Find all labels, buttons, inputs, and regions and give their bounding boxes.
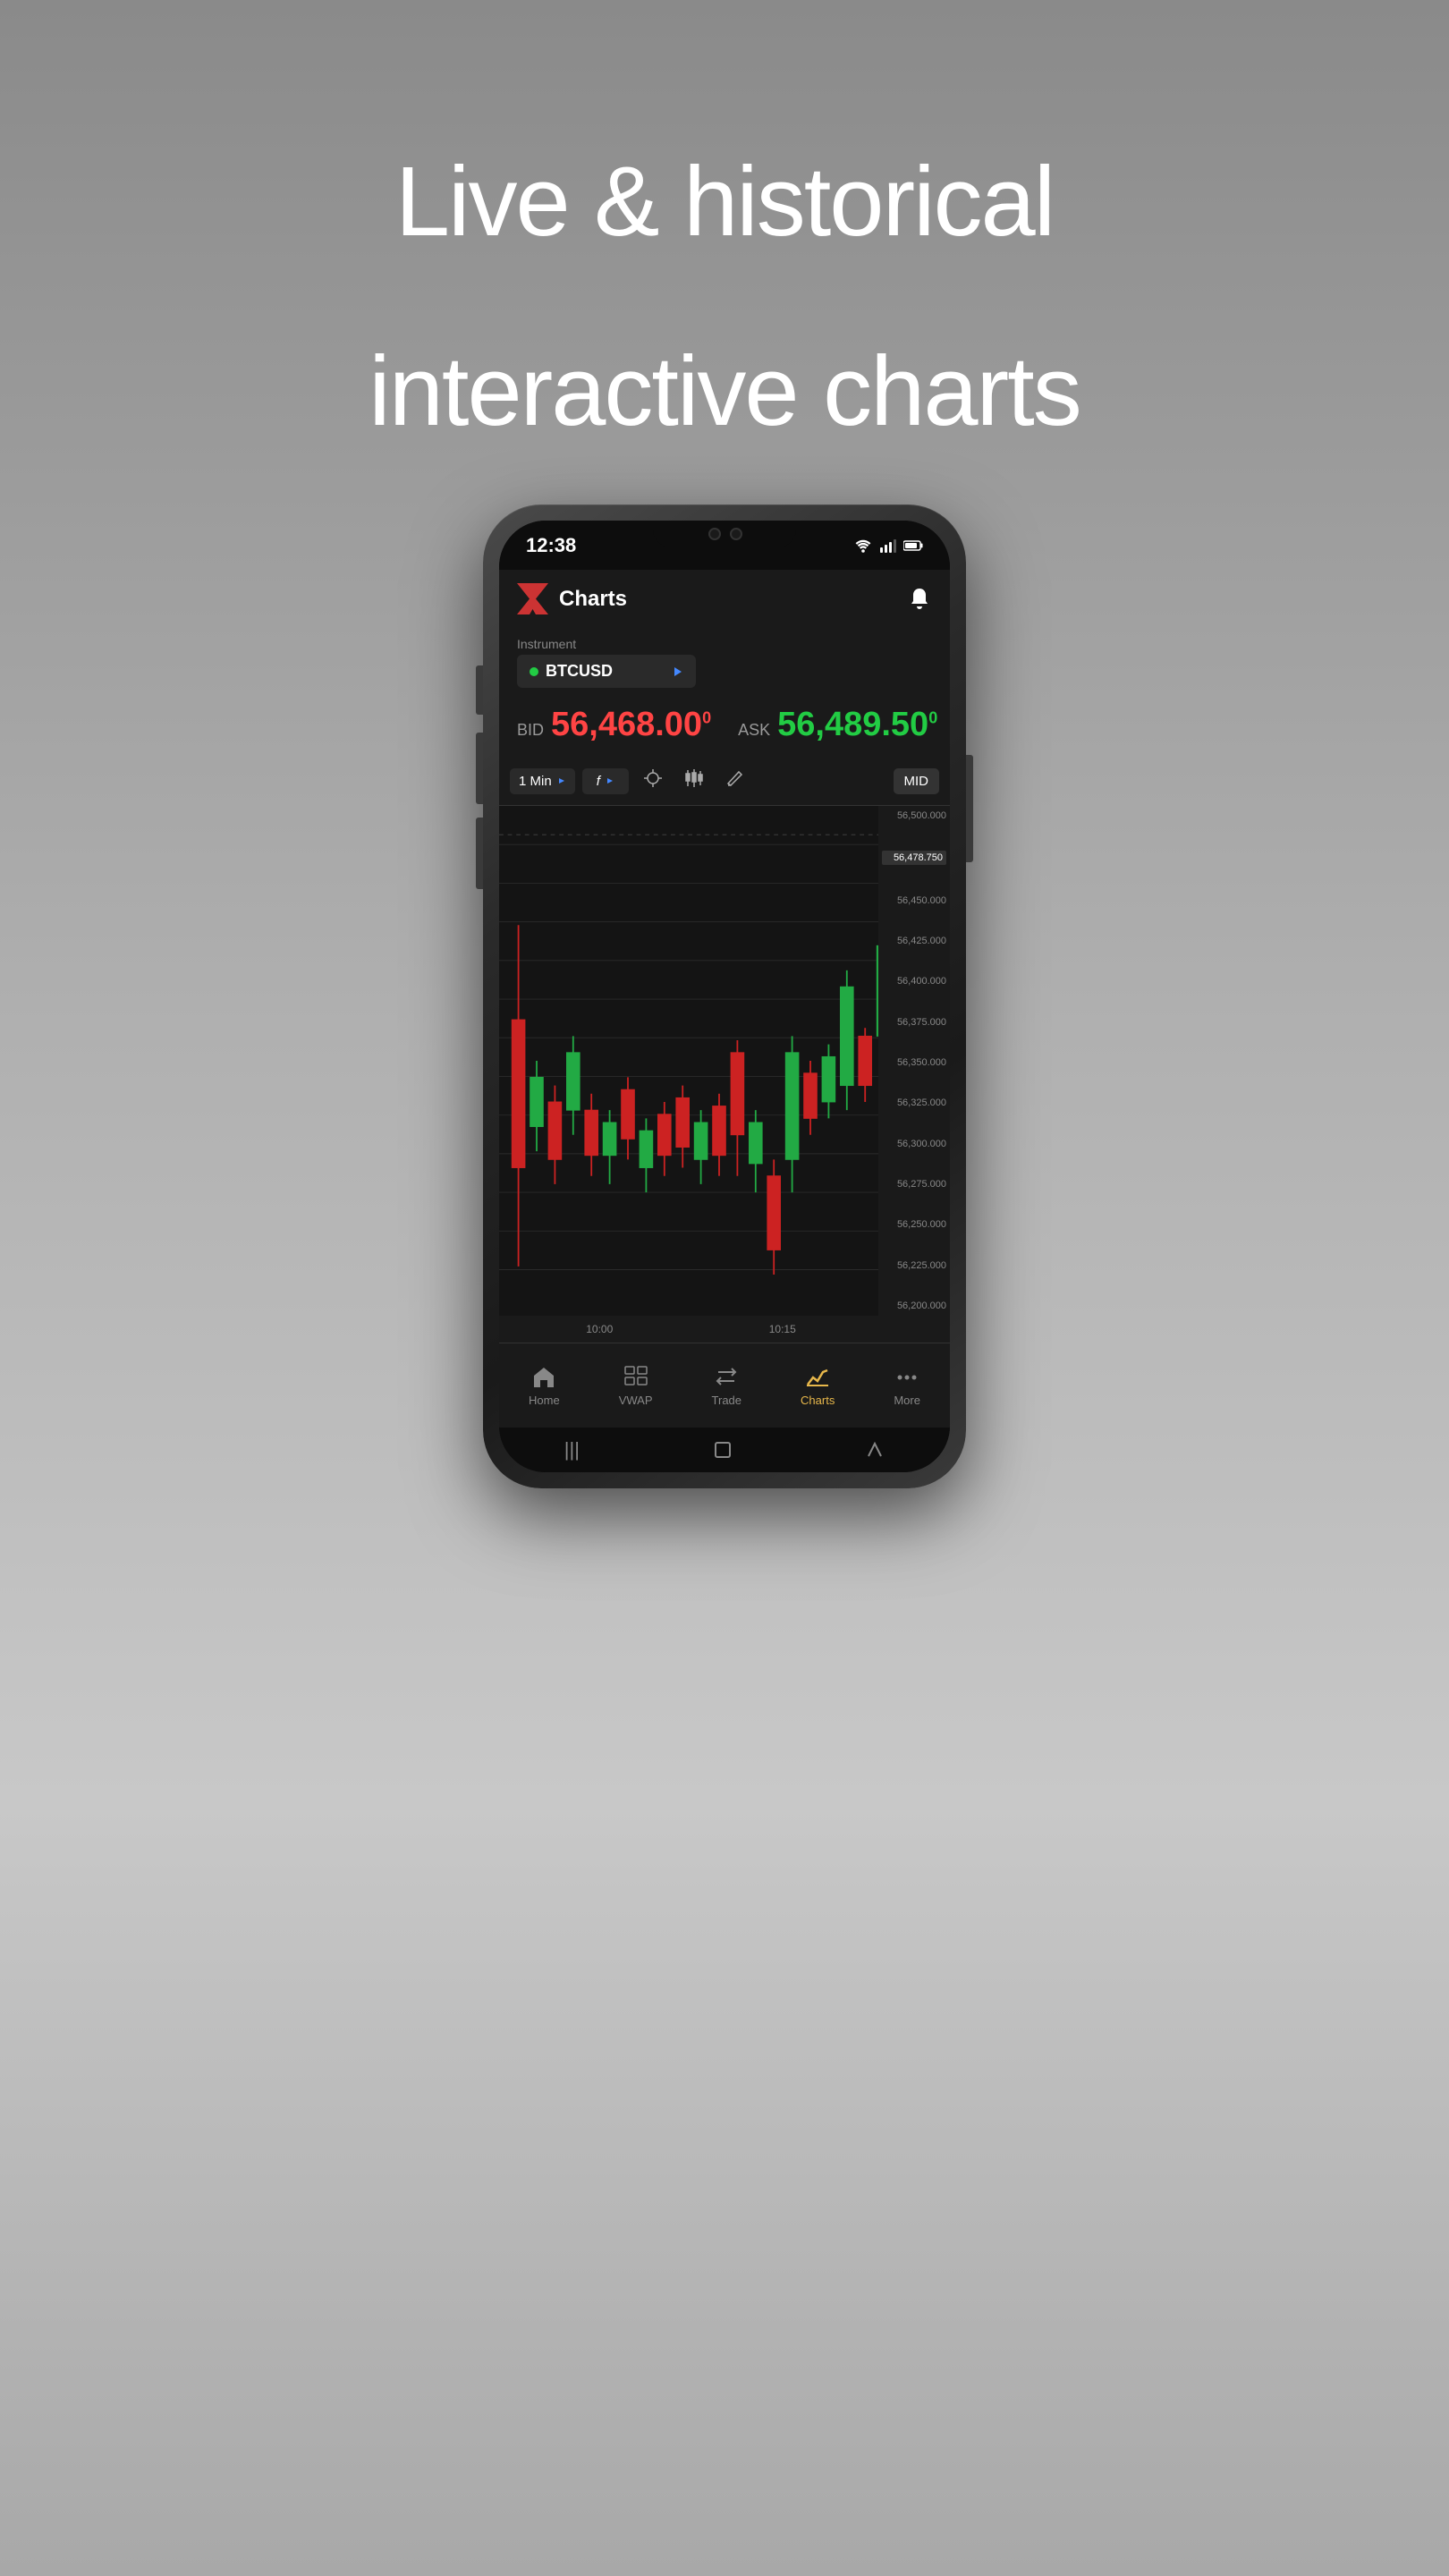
camera-dot	[708, 528, 721, 540]
y-label-56325: 56,325.000	[882, 1097, 946, 1108]
y-label-current: 56,478.750	[882, 851, 946, 865]
ask-label: ASK	[738, 721, 770, 740]
instrument-status-dot	[530, 667, 538, 676]
candlestick-icon	[684, 768, 704, 788]
function-button[interactable]: f	[582, 768, 629, 794]
app-logo	[517, 583, 548, 614]
home-gesture[interactable]	[710, 1437, 735, 1462]
camera-area	[708, 528, 742, 540]
more-icon	[894, 1365, 919, 1390]
ask-section: ASK 56,489.500	[738, 706, 937, 744]
nav-label-charts: Charts	[801, 1394, 835, 1407]
y-label-56375: 56,375.000	[882, 1017, 946, 1028]
bixby-button[interactable]	[476, 818, 483, 889]
func-arrow-icon	[606, 776, 614, 785]
bell-icon[interactable]	[907, 587, 932, 612]
y-label-56275: 56,275.000	[882, 1179, 946, 1190]
ask-superscript: 0	[928, 708, 937, 726]
nav-item-vwap[interactable]: VWAP	[619, 1365, 653, 1407]
y-label-56425: 56,425.000	[882, 936, 946, 946]
y-label-56400: 56,400.000	[882, 976, 946, 987]
bid-price: 56,468.000	[551, 706, 711, 744]
headline-line1: Live & historical	[369, 143, 1080, 261]
headline: Live & historical interactive charts	[369, 72, 1080, 451]
crosshair-icon	[643, 768, 663, 788]
headline-line2: interactive charts	[369, 333, 1080, 451]
draw-button[interactable]	[718, 763, 752, 799]
chart-type-button[interactable]	[677, 763, 711, 799]
timeframe-arrow-icon	[557, 776, 566, 785]
y-label-56350: 56,350.000	[882, 1057, 946, 1068]
volume-down-button[interactable]	[476, 733, 483, 804]
nav-item-trade[interactable]: Trade	[712, 1365, 741, 1407]
x-label-1000: 10:00	[586, 1323, 613, 1335]
battery-icon	[903, 540, 923, 551]
volume-up-button[interactable]	[476, 665, 483, 715]
nav-item-more[interactable]: More	[894, 1365, 920, 1407]
sensor-dot	[730, 528, 742, 540]
ask-price: 56,489.500	[777, 706, 937, 744]
signal-icon	[880, 538, 896, 553]
wifi-icon	[853, 538, 873, 553]
recents-gesture[interactable]	[865, 1440, 885, 1460]
phone-outer: 12:38	[483, 504, 966, 1488]
chart-toolbar: 1 Min f	[499, 757, 950, 806]
nav-item-home[interactable]: Home	[529, 1365, 560, 1407]
app-header: Charts	[499, 570, 950, 628]
timeframe-button[interactable]: 1 Min	[510, 768, 575, 794]
vwap-icon	[623, 1365, 648, 1390]
nav-label-home: Home	[529, 1394, 560, 1407]
bottom-nav: Home VWAP Trade	[499, 1343, 950, 1428]
phone-device: 12:38	[483, 504, 966, 1488]
instrument-bar: Instrument BTCUSD	[499, 628, 950, 697]
home-icon	[531, 1365, 556, 1390]
y-label-56300: 56,300.000	[882, 1139, 946, 1149]
y-label-56200: 56,200.000	[882, 1301, 946, 1311]
nav-label-trade: Trade	[712, 1394, 741, 1407]
y-label-56225: 56,225.000	[882, 1260, 946, 1271]
mid-button[interactable]: MID	[894, 768, 940, 794]
app-title: Charts	[559, 587, 907, 612]
phone-screen: 12:38	[499, 521, 950, 1472]
price-bar: BID 56,468.000 ASK 56,489.500	[499, 697, 950, 757]
y-label-56250: 56,250.000	[882, 1219, 946, 1230]
instrument-selector[interactable]: BTCUSD	[517, 655, 696, 688]
instrument-label: Instrument	[517, 637, 932, 651]
notch	[653, 521, 796, 547]
gesture-bar: |||	[499, 1428, 950, 1472]
nav-label-more: More	[894, 1394, 920, 1407]
y-label-56450: 56,450.000	[882, 895, 946, 906]
bid-superscript: 0	[702, 708, 711, 726]
instrument-arrow-icon	[671, 665, 683, 678]
back-gesture[interactable]: |||	[564, 1438, 580, 1462]
y-label-56500: 56,500.000	[882, 810, 946, 821]
pencil-icon	[725, 768, 745, 788]
nav-item-charts[interactable]: Charts	[801, 1365, 835, 1407]
bid-label: BID	[517, 721, 544, 740]
y-axis: 56,500.000 56,478.750 56,450.000 56,425.…	[878, 806, 950, 1316]
chart-area[interactable]: 56,500.000 56,478.750 56,450.000 56,425.…	[499, 806, 950, 1316]
nav-label-vwap: VWAP	[619, 1394, 653, 1407]
status-time: 12:38	[526, 534, 576, 557]
power-button[interactable]	[966, 755, 973, 862]
charts-icon	[805, 1365, 830, 1390]
x-axis: 10:00 10:15	[499, 1316, 950, 1343]
bid-section: BID 56,468.000	[517, 706, 711, 744]
status-icons	[853, 538, 923, 553]
crosshair-button[interactable]	[636, 763, 670, 799]
instrument-name: BTCUSD	[546, 662, 671, 681]
trade-icon	[714, 1365, 739, 1390]
x-label-1015: 10:15	[769, 1323, 796, 1335]
